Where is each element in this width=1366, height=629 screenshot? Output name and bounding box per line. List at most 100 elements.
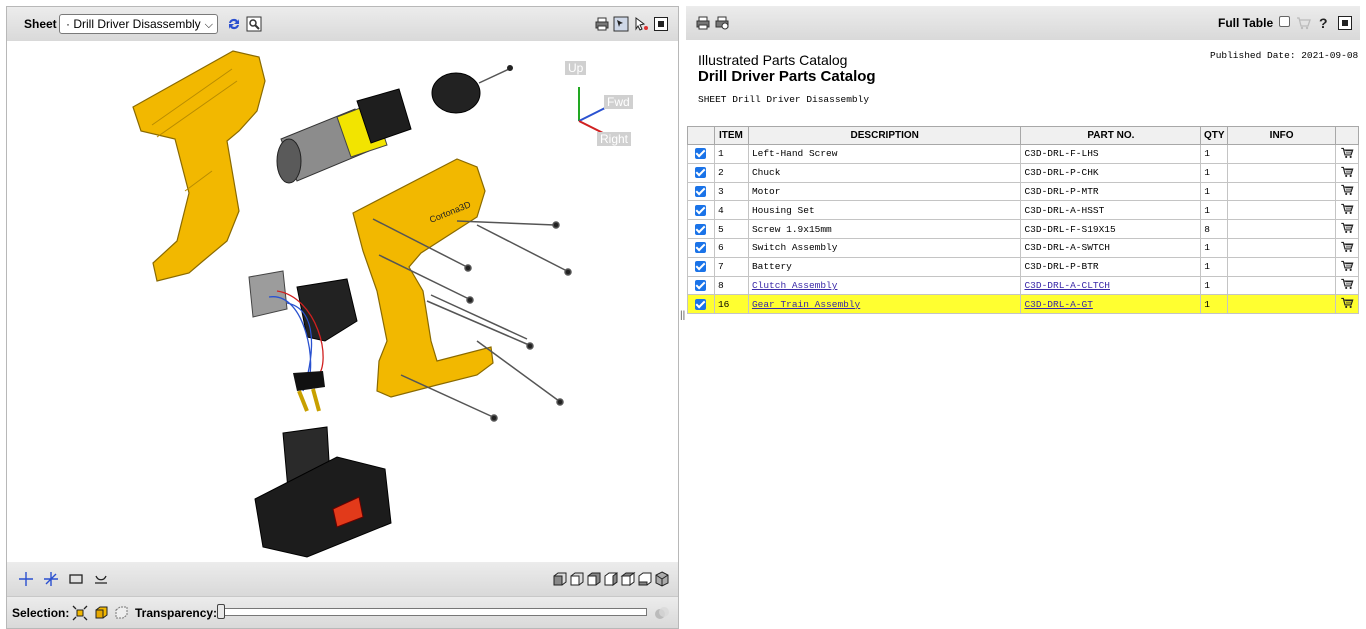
part-no-cell[interactable]: C3D-DRL-A-GT xyxy=(1020,294,1202,315)
add-to-cart-icon[interactable] xyxy=(1340,259,1354,272)
part-no-cell[interactable]: C3D-DRL-A-CLTCH xyxy=(1020,275,1202,296)
transparency-slider-track[interactable] xyxy=(221,608,647,616)
part-description[interactable]: Gear Train Assembly xyxy=(752,299,860,310)
cart-disabled-icon[interactable] xyxy=(1295,15,1311,31)
table-row[interactable]: 7 Battery C3D-DRL-P-BTR 1 xyxy=(687,256,1359,277)
row-checkbox[interactable] xyxy=(695,167,707,179)
column-header-item[interactable]: ITEM xyxy=(713,126,749,145)
table-row[interactable]: 4 Housing Set C3D-DRL-A-HSST 1 xyxy=(687,200,1359,221)
cart-cell[interactable] xyxy=(1335,144,1359,164)
select-object-icon[interactable] xyxy=(93,605,109,621)
row-checkbox[interactable] xyxy=(695,223,707,235)
add-to-cart-icon[interactable] xyxy=(1340,296,1354,309)
row-checkbox-cell[interactable] xyxy=(687,256,715,277)
part-description[interactable]: Clutch Assembly xyxy=(752,280,838,291)
sheet-select[interactable]: · Drill Driver Disassembly ⌵ xyxy=(59,14,218,34)
catalog-heading: Illustrated Parts Catalog xyxy=(698,52,848,68)
selection-toolbar: Selection: Transparency: xyxy=(7,596,678,628)
cart-cell[interactable] xyxy=(1335,256,1359,277)
add-to-cart-icon[interactable] xyxy=(1340,202,1354,215)
row-checkbox-cell[interactable] xyxy=(687,181,715,202)
part-number: C3D-DRL-F-S19X15 xyxy=(1024,223,1116,235)
add-to-cart-icon[interactable] xyxy=(1340,240,1354,253)
table-row[interactable]: 2 Chuck C3D-DRL-P-CHK 1 xyxy=(687,162,1359,183)
row-checkbox-cell[interactable] xyxy=(687,219,715,239)
refresh-icon[interactable] xyxy=(226,16,242,32)
rotate-icon[interactable] xyxy=(43,571,59,587)
select-ghost-icon[interactable] xyxy=(113,605,129,621)
move-icon[interactable] xyxy=(18,571,34,587)
row-checkbox[interactable] xyxy=(695,204,707,216)
transparency-slider-thumb[interactable] xyxy=(217,604,225,619)
view-iso-icon[interactable] xyxy=(654,571,670,587)
select-mode-icon[interactable] xyxy=(613,16,629,32)
transparency-reset-icon[interactable] xyxy=(654,605,670,621)
add-to-cart-icon[interactable] xyxy=(1340,221,1354,234)
row-checkbox-cell[interactable] xyxy=(687,294,715,315)
print-icon[interactable] xyxy=(594,16,610,32)
zoom-box-icon[interactable] xyxy=(68,571,84,587)
column-header-description[interactable]: DESCRIPTION xyxy=(747,126,1022,145)
table-row[interactable]: 8 Clutch Assembly C3D-DRL-A-CLTCH 1 xyxy=(687,275,1359,296)
cart-cell[interactable] xyxy=(1335,200,1359,221)
panel-splitter[interactable]: || xyxy=(680,310,685,321)
add-to-cart-icon[interactable] xyxy=(1340,183,1354,196)
view-right-icon[interactable] xyxy=(603,571,619,587)
row-checkbox-cell[interactable] xyxy=(687,200,715,221)
svg-text:?: ? xyxy=(1319,15,1328,31)
add-to-cart-icon[interactable] xyxy=(1340,277,1354,290)
table-row[interactable]: 6 Switch Assembly C3D-DRL-A-SWTCH 1 xyxy=(687,237,1359,258)
row-checkbox[interactable] xyxy=(695,261,707,273)
info-cell xyxy=(1227,200,1336,221)
cart-cell[interactable] xyxy=(1335,181,1359,202)
view-front-icon[interactable] xyxy=(552,571,568,587)
table-row[interactable]: 5 Screw 1.9x15mm C3D-DRL-F-S19X15 8 xyxy=(687,219,1359,239)
column-header-part-no[interactable]: PART NO. xyxy=(1020,126,1202,145)
view-left-icon[interactable] xyxy=(586,571,602,587)
fullscreen-icon[interactable] xyxy=(653,16,669,32)
row-checkbox[interactable] xyxy=(695,279,707,291)
pan-down-icon[interactable] xyxy=(93,571,109,587)
print-table-icon[interactable] xyxy=(695,15,711,31)
selection-label: Selection: xyxy=(12,606,70,620)
part-no-cell: C3D-DRL-F-LHS xyxy=(1020,144,1202,164)
fullscreen-table-icon[interactable] xyxy=(1337,15,1353,31)
print-preview-icon[interactable] xyxy=(714,15,730,31)
cart-cell[interactable] xyxy=(1335,275,1359,296)
row-checkbox-cell[interactable] xyxy=(687,275,715,296)
add-to-cart-icon[interactable] xyxy=(1340,146,1354,159)
row-checkbox[interactable] xyxy=(695,242,707,254)
description-cell[interactable]: Gear Train Assembly xyxy=(747,294,1022,315)
cart-cell[interactable] xyxy=(1335,294,1359,315)
select-single-icon[interactable] xyxy=(72,605,88,621)
view-back-icon[interactable] xyxy=(569,571,585,587)
row-checkbox[interactable] xyxy=(695,148,707,160)
full-table-checkbox[interactable] xyxy=(1279,16,1290,27)
add-to-cart-icon[interactable] xyxy=(1340,165,1354,178)
axis-triad xyxy=(578,87,608,136)
zoom-fit-icon[interactable] xyxy=(246,16,262,32)
item-number: 3 xyxy=(717,185,724,197)
table-row[interactable]: 1 Left-Hand Screw C3D-DRL-F-LHS 1 xyxy=(687,144,1359,164)
view-bottom-icon[interactable] xyxy=(637,571,653,587)
part-qty: 1 xyxy=(1204,204,1210,216)
cart-cell[interactable] xyxy=(1335,162,1359,183)
cart-cell[interactable] xyxy=(1335,219,1359,239)
cart-cell[interactable] xyxy=(1335,237,1359,258)
column-header-info[interactable]: INFO xyxy=(1227,126,1336,145)
row-checkbox-cell[interactable] xyxy=(687,162,715,183)
row-checkbox[interactable] xyxy=(695,298,707,310)
pointer-tool-icon[interactable] xyxy=(633,16,649,32)
table-row[interactable]: 16 Gear Train Assembly C3D-DRL-A-GT 1 xyxy=(687,294,1359,315)
row-checkbox-cell[interactable] xyxy=(687,237,715,258)
help-icon[interactable]: ? xyxy=(1316,15,1332,31)
description-cell[interactable]: Clutch Assembly xyxy=(747,275,1022,296)
column-header-qty[interactable]: QTY xyxy=(1200,126,1229,145)
view-top-icon[interactable] xyxy=(620,571,636,587)
part-number[interactable]: C3D-DRL-A-GT xyxy=(1024,299,1092,310)
row-checkbox[interactable] xyxy=(695,185,707,197)
3d-viewport[interactable]: Cortona3D Up Fwd Right xyxy=(7,41,678,562)
row-checkbox-cell[interactable] xyxy=(687,144,715,164)
table-row[interactable]: 3 Motor C3D-DRL-P-MTR 1 xyxy=(687,181,1359,202)
part-number[interactable]: C3D-DRL-A-CLTCH xyxy=(1024,280,1110,291)
